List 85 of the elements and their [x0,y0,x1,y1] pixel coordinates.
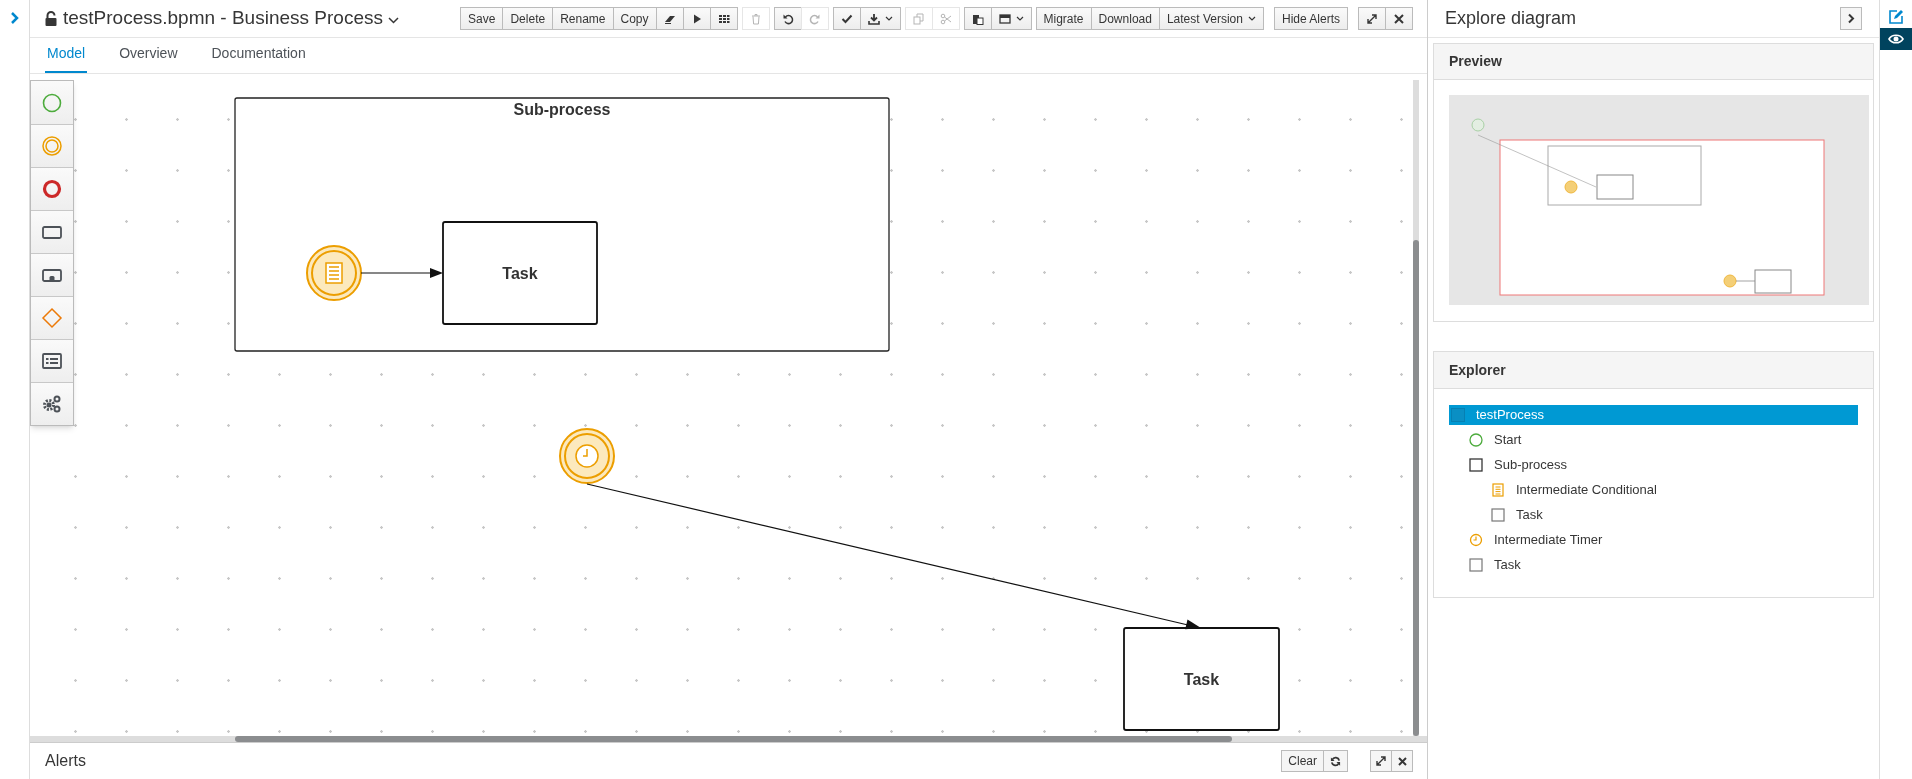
side-tab[interactable] [1880,28,1912,50]
clear-button[interactable]: Clear [1281,750,1324,772]
icon-button[interactable] [963,7,992,30]
task-shape: Task [442,221,598,325]
intermediate-event-icon [40,134,64,158]
trash-icon [749,12,762,25]
icon-button[interactable] [682,7,711,30]
timer-event-shape [559,428,615,484]
close-button[interactable] [1391,750,1413,772]
square-icon [1469,558,1483,572]
card-heading: Explorer [1449,360,1506,380]
palette-button[interactable] [31,253,73,296]
table-icon [998,12,1011,25]
expand-icon [1366,12,1378,25]
refresh-icon [1330,755,1341,767]
tree-item[interactable]: Sub-process [1449,455,1858,475]
icon-button[interactable] [1358,7,1386,30]
tab[interactable]: Model [45,43,88,73]
icon-button[interactable] [859,7,901,30]
scissors-icon [939,12,952,25]
undo-icon [781,12,794,25]
task-shape: Task [1123,627,1280,731]
toolbar-button[interactable]: Save [460,7,504,30]
tab[interactable]: Documentation [209,43,308,73]
tree-item[interactable]: Task [1449,505,1858,525]
editor-title: testProcess.bpmn - Business Process [63,6,383,31]
vertical-scrollbar[interactable] [1413,80,1419,736]
card-heading: Preview [1449,52,1502,71]
close-icon [1393,12,1405,25]
tab[interactable]: Overview [117,43,180,73]
toolbar-button[interactable]: Migrate [1035,7,1092,30]
end-event-icon [40,177,64,201]
document-icon [1492,483,1504,497]
caret-icon [884,16,893,21]
refresh-button[interactable] [1323,750,1348,772]
caret-icon [1247,16,1256,21]
chevron-right-icon[interactable] [10,11,19,25]
palette-button[interactable] [31,339,73,382]
palette-button[interactable] [31,382,73,425]
square-icon [1451,408,1465,422]
tree-item[interactable]: Start [1449,430,1858,450]
toolbar-button[interactable]: Rename [552,7,614,30]
edit-icon [1888,9,1904,25]
scrollbar-thumb[interactable] [235,736,1232,742]
toolbar-button[interactable]: Copy [612,7,657,30]
alerts-title: Alerts [45,751,86,771]
close-icon [1397,756,1407,766]
scrollbar-thumb[interactable] [1413,240,1419,736]
eye-icon [1888,33,1904,45]
collapse-button[interactable] [1840,7,1862,30]
palette-button[interactable] [31,167,73,210]
expand-icon [1376,756,1386,766]
copy-icon [912,12,925,25]
start-event-icon [1469,433,1483,447]
icon-button[interactable] [990,7,1032,30]
gateway-icon [40,306,64,330]
clock-icon [1469,533,1483,547]
chevron-right-icon [1847,13,1855,24]
caret-icon[interactable] [387,16,399,24]
download-icon [867,12,880,25]
toolbar-button[interactable]: Hide Alerts [1273,7,1348,30]
check-icon [840,12,853,25]
square-icon [1491,508,1505,522]
toolbar-button[interactable]: Delete [502,7,554,30]
tree-item[interactable]: Intermediate Timer [1449,530,1858,550]
grid-icon [717,12,730,25]
icon-button[interactable] [832,7,861,30]
lock-icon [45,11,57,26]
tree-item[interactable]: Intermediate Conditional [1449,480,1858,500]
square-icon [1469,458,1483,472]
conditional-event-shape [306,245,362,301]
panel-title: Explore diagram [1445,7,1577,30]
icon-button[interactable] [1385,7,1413,30]
toolbar-button[interactable]: Download [1090,7,1160,30]
icon-button[interactable] [655,7,684,30]
horizontal-scrollbar[interactable] [30,736,1427,742]
redo-icon [808,12,821,25]
toolbar-button[interactable]: Latest Version [1158,7,1264,30]
icon-button[interactable] [709,7,738,30]
paste-icon [971,12,984,25]
expand-button[interactable] [1370,750,1392,772]
tree-item[interactable]: Task [1449,555,1858,575]
icon-button[interactable] [773,7,802,30]
palette-button[interactable] [31,210,73,253]
caret-icon [1015,16,1024,21]
